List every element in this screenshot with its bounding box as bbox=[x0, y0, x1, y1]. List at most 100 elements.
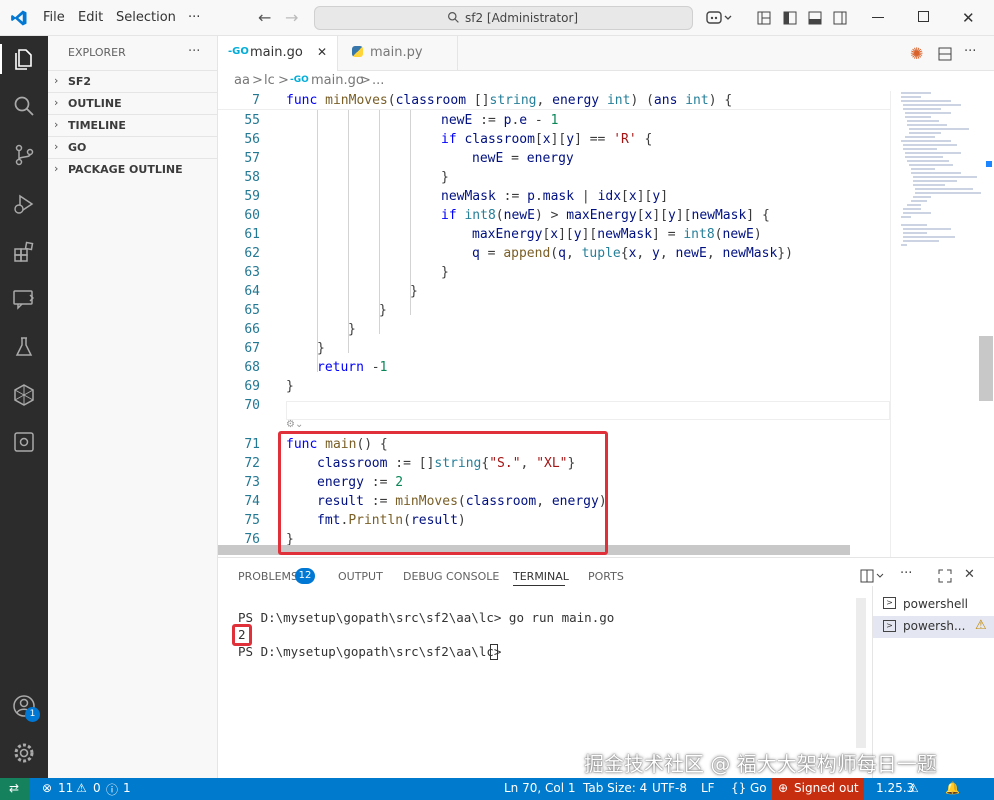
code-line[interactable]: 62 q = append(q, tuple{x, y, newE, newMas… bbox=[218, 244, 890, 263]
codelens-icon[interactable]: ⚙⌄ bbox=[286, 419, 303, 430]
breadcrumb-symbol[interactable]: ... bbox=[372, 73, 384, 88]
tab-main-go[interactable]: -GO main.go ✕ bbox=[218, 36, 338, 71]
notifications-icon[interactable]: 🔔 bbox=[945, 781, 960, 795]
language-mode[interactable]: Go bbox=[750, 781, 767, 795]
maximize-button[interactable] bbox=[918, 11, 929, 22]
menu-selection[interactable]: Selection bbox=[116, 10, 176, 25]
section-go[interactable]: › GO bbox=[48, 136, 218, 158]
end-of-line[interactable]: LF bbox=[701, 781, 715, 795]
line-number: 56 bbox=[244, 132, 260, 147]
code-line[interactable]: 58} bbox=[218, 168, 890, 187]
info-count[interactable]: 1 bbox=[123, 781, 131, 795]
toggle-secondary-sidebar-icon[interactable] bbox=[833, 11, 847, 25]
close-tab-icon[interactable]: ✕ bbox=[317, 45, 327, 59]
command-center-search[interactable]: sf2 [Administrator] bbox=[314, 6, 693, 30]
settings-gear-icon[interactable] bbox=[11, 740, 37, 766]
section-package-outline[interactable]: › PACKAGE OUTLINE bbox=[48, 158, 218, 180]
code-text: newE = energy bbox=[472, 151, 574, 166]
forward-arrow-icon[interactable]: → bbox=[285, 8, 298, 27]
go-tools-icon[interactable] bbox=[11, 429, 37, 455]
code-line[interactable]: 65} bbox=[218, 301, 890, 320]
copilot-icon[interactable] bbox=[706, 10, 732, 26]
code-line[interactable]: 67} bbox=[218, 339, 890, 358]
sidebar-more-button[interactable]: ··· bbox=[188, 44, 200, 59]
code-line[interactable]: 55 newE := p.e - 1 bbox=[218, 111, 890, 130]
braces-icon: {} bbox=[731, 781, 747, 795]
tab-problems[interactable]: PROBLEMS bbox=[238, 570, 298, 583]
tab-size[interactable]: Tab Size: 4 bbox=[583, 781, 647, 795]
sparkle-icon[interactable]: ✺ bbox=[910, 44, 923, 63]
warning-count[interactable]: 0 bbox=[93, 781, 101, 795]
editor-more-button[interactable]: ··· bbox=[964, 44, 976, 59]
encoding[interactable]: UTF-8 bbox=[652, 781, 687, 795]
remote-explorer-icon[interactable] bbox=[11, 286, 37, 312]
code-line[interactable]: 69} bbox=[218, 377, 890, 396]
toggle-panel-icon[interactable] bbox=[808, 11, 822, 25]
cursor-position[interactable]: Ln 70, Col 1 bbox=[504, 781, 576, 795]
warning-icon: ⚠ bbox=[975, 618, 987, 633]
active-indicator bbox=[0, 44, 2, 74]
error-count[interactable]: 11 bbox=[58, 781, 73, 795]
terminal-session-2[interactable]: > powersh... ⚠ bbox=[873, 616, 994, 638]
tab-ports[interactable]: PORTS bbox=[588, 570, 624, 583]
terminal-scrollbar[interactable] bbox=[856, 598, 866, 748]
error-icon[interactable]: ⊗ bbox=[42, 781, 52, 795]
line-number: 55 bbox=[244, 113, 260, 128]
breadcrumb-file[interactable]: main.go bbox=[311, 73, 364, 88]
code-line[interactable]: 63} bbox=[218, 263, 890, 282]
tab-output[interactable]: OUTPUT bbox=[338, 570, 383, 583]
minimize-button[interactable] bbox=[872, 17, 884, 18]
breadcrumb-lc[interactable]: lc bbox=[264, 73, 275, 88]
go-warning-icon[interactable]: ⚠ bbox=[908, 781, 919, 795]
code-line[interactable]: 68 return -1 bbox=[218, 358, 890, 377]
terminal-layout-icon[interactable] bbox=[860, 569, 886, 583]
copilot-chat-icon[interactable] bbox=[11, 382, 37, 408]
code-line[interactable]: 64} bbox=[218, 282, 890, 301]
back-arrow-icon[interactable]: ← bbox=[258, 8, 271, 27]
search-view-icon[interactable] bbox=[11, 93, 37, 119]
minimap[interactable] bbox=[890, 91, 994, 557]
code-line[interactable]: 61 maxEnergy[x][y][newMask] = int8(newE) bbox=[218, 225, 890, 244]
signed-out-indicator[interactable]: ⊕ Signed out bbox=[772, 778, 864, 800]
menu-file[interactable]: File bbox=[43, 10, 65, 25]
breadcrumb: aa > lc > -GO main.go > ... bbox=[218, 71, 994, 91]
split-editor-icon[interactable] bbox=[938, 47, 952, 61]
code-line[interactable]: 60 if int8(newE) > maxEnergy[x][y][newMas… bbox=[218, 206, 890, 225]
section-timeline[interactable]: › TIMELINE bbox=[48, 114, 218, 136]
source-control-icon[interactable] bbox=[11, 142, 37, 168]
code-line[interactable]: 59 newMask := p.mask | idx[x][y] bbox=[218, 187, 890, 206]
explorer-icon[interactable] bbox=[11, 46, 37, 72]
panel-more-button[interactable]: ··· bbox=[900, 566, 912, 581]
breadcrumb-separator: > bbox=[252, 73, 263, 88]
line-number: 61 bbox=[244, 227, 260, 242]
terminal-session-1[interactable]: > powershell bbox=[873, 594, 994, 616]
code-line[interactable]: 57 newE = energy bbox=[218, 149, 890, 168]
section-outline[interactable]: › OUTLINE bbox=[48, 92, 218, 114]
toggle-sidebar-icon[interactable] bbox=[783, 11, 797, 25]
close-window-button[interactable]: ✕ bbox=[962, 9, 975, 27]
warning-count-icon[interactable]: ⚠ bbox=[76, 781, 87, 795]
command-center-label: sf2 [Administrator] bbox=[465, 11, 579, 25]
remote-indicator[interactable]: ⇄ bbox=[0, 778, 30, 800]
code-line[interactable]: 66} bbox=[218, 320, 890, 339]
menu-edit[interactable]: Edit bbox=[78, 10, 103, 25]
toggle-layout-icon[interactable] bbox=[757, 11, 771, 25]
terminal-line-prompt[interactable]: PS D:\mysetup\gopath\src\sf2\aa\lc> bbox=[238, 644, 509, 659]
maximize-panel-icon[interactable] bbox=[938, 569, 952, 583]
code-line[interactable]: 56 if classroom[x][y] == 'R' { bbox=[218, 130, 890, 149]
section-sf2[interactable]: › SF2 bbox=[48, 70, 218, 92]
info-icon[interactable]: ⓘ bbox=[106, 781, 118, 798]
editor-scrollbar-thumb[interactable] bbox=[979, 336, 993, 401]
close-panel-icon[interactable]: ✕ bbox=[964, 567, 975, 582]
testing-icon[interactable] bbox=[11, 334, 37, 360]
tab-debug-console[interactable]: DEBUG CONSOLE bbox=[403, 570, 499, 583]
sticky-scroll-line[interactable]: 7 func minMoves(classroom []string, energ… bbox=[218, 91, 890, 110]
breadcrumb-separator: > bbox=[278, 73, 289, 88]
breadcrumb-aa[interactable]: aa bbox=[234, 73, 250, 88]
tab-main-py[interactable]: main.py bbox=[338, 36, 458, 71]
menu-more-button[interactable]: ··· bbox=[188, 10, 200, 25]
tab-terminal[interactable]: TERMINAL bbox=[513, 570, 569, 583]
extensions-icon[interactable] bbox=[11, 239, 37, 265]
line-number: 59 bbox=[244, 189, 260, 204]
run-debug-icon[interactable] bbox=[11, 191, 37, 217]
